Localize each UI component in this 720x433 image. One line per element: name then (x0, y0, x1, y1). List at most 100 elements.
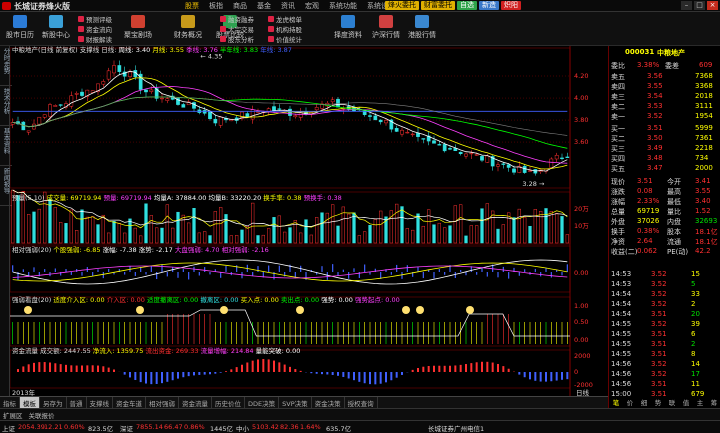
toolbar-button-7[interactable]: 港股行情 (404, 15, 440, 40)
candle-body (48, 104, 52, 117)
volume-bar (165, 204, 169, 244)
small-tool-icon (78, 36, 84, 42)
volume-bar (272, 217, 276, 244)
menu-4[interactable]: 资讯 (276, 0, 300, 11)
volume-bar (427, 209, 431, 244)
quick-action-1[interactable]: 财富委托 (421, 1, 455, 10)
toolbar-small-7[interactable]: 机构持股 (268, 24, 302, 34)
quote-cell: 8 (691, 350, 696, 358)
quote-tab-3[interactable]: 势 (651, 397, 665, 407)
quote-tab-5[interactable]: 值 (679, 397, 693, 407)
candle-body (512, 168, 516, 173)
main-chart-header: 中粮地产(日线 前复权) 支撑线 日线: 周线: 3.40 月线: 3.55 季… (12, 46, 292, 54)
toolbar-button-3[interactable]: 财务概况 (170, 15, 206, 40)
quote-cell: 买四 (611, 155, 625, 163)
quote-cell: 7361 (695, 134, 713, 142)
menu-2[interactable]: 商品 (228, 0, 252, 11)
quote-cell: 卖一 (611, 113, 625, 121)
status-bar: 上证 2054.39 12.21 0.60% 823.5亿 深证 7855.14… (0, 420, 720, 433)
quote-tab-4[interactable]: 联 (665, 397, 679, 407)
toolbar-small-8[interactable]: 价值统计 (268, 34, 302, 44)
toolbar-small-3[interactable]: 融资融券 (220, 14, 254, 24)
quote-cell: 3111 (695, 102, 713, 110)
toolbar-button-0[interactable]: 股市日历 (2, 15, 38, 40)
volume-bar (69, 209, 73, 244)
quote-cell: 3.53 (647, 102, 663, 110)
menu-0[interactable]: 股票 (180, 0, 204, 11)
toolbar-button-2[interactable]: 聚宝剧场 (120, 15, 156, 40)
volume-bar (517, 208, 521, 244)
small-tool-label: 融资融券 (228, 16, 254, 24)
toolbar-small-1[interactable]: 资金流向 (78, 24, 112, 34)
quote-tab-1[interactable]: 价 (623, 397, 637, 407)
quote-cell: 3.51 (651, 330, 667, 338)
candle-body (293, 115, 298, 118)
quote-cell: 5999 (695, 124, 713, 132)
menu-6[interactable]: 系统功能 (324, 0, 362, 11)
candle-body (405, 131, 410, 134)
header-item: 均量A: 37884.00 (154, 193, 209, 202)
candle-body (128, 71, 132, 78)
header-item: 卖出点: 0.00 (281, 295, 321, 304)
quote-tab-6[interactable]: 主 (693, 397, 707, 407)
small-tool-label: 机构持股 (276, 26, 302, 34)
quick-action-3[interactable]: 新造 (479, 1, 499, 10)
candle-body (112, 65, 116, 74)
toolbar-small-4[interactable]: 大宗交易 (220, 24, 254, 34)
volume-bar (501, 224, 505, 244)
candle-body (69, 95, 74, 107)
candle-body (480, 156, 484, 161)
candle-body (368, 115, 372, 117)
toolbar-small-6[interactable]: 龙虎榜单 (268, 14, 302, 24)
quote-tab-2[interactable]: 细 (637, 397, 651, 407)
quote-tab-7[interactable]: 筹 (707, 397, 720, 407)
volume-bar (176, 211, 180, 244)
toolbar-button-6[interactable]: 沪深行情 (368, 15, 404, 40)
candle-body (277, 108, 282, 110)
quote-cell: 5 (691, 280, 696, 288)
chart-area[interactable]: 4.20 4.00 3.80 3.60 ← 4.35 3.28 → 中粮地产(日线 前复权)… (10, 46, 608, 396)
quote-cell: 14:54 (611, 290, 632, 298)
minimize-icon[interactable]: – (681, 1, 692, 10)
quote-cell: PE(动) (667, 248, 689, 256)
quote-cell: 14:56 (611, 380, 632, 388)
ma-halfyear-line (12, 96, 568, 149)
quick-action-0[interactable]: 烽火委托 (385, 1, 419, 10)
stat-row: 换手 0.38% 股本 18.1亿 (611, 227, 719, 236)
quote-cell: 委比 (611, 62, 625, 70)
sell-row: 卖四 3.55 3368 (611, 82, 719, 91)
zx-index: 5103.42 (252, 423, 279, 431)
maximize-icon[interactable]: □ (694, 1, 705, 10)
quote-cell: 14:54 (611, 300, 632, 308)
quick-action-4[interactable]: 炽阳 (501, 1, 521, 10)
menu-1[interactable]: 板指 (204, 0, 228, 11)
header-item: 净流入: 1359.75 (93, 346, 146, 355)
quick-action-2[interactable]: 自选 (457, 1, 477, 10)
trend-tick-label: 0.50 (574, 318, 588, 326)
quote-cell: 收益(二) (611, 248, 638, 256)
stock-name: 中粮地产 (657, 49, 685, 57)
quote-cell: 2.64 (637, 237, 653, 245)
small-tool-icon (220, 36, 226, 42)
cashflow-tick-label: 2000 (574, 352, 591, 360)
extension-tabs: 扩展区 关联报价 (0, 408, 720, 420)
sz-label: 深证 (120, 425, 133, 433)
header-item: 适度介入区: 0.00 (53, 295, 106, 304)
menu-5[interactable]: 宏观 (300, 0, 324, 11)
volume-bar (96, 224, 100, 244)
close-icon[interactable]: × (707, 1, 718, 10)
menu-3[interactable]: 基金 (252, 0, 276, 11)
volume-bar (293, 220, 297, 244)
toolbar-button-1[interactable]: 新股中心 (38, 15, 74, 40)
candle-body (149, 89, 154, 92)
toolbar-small-5[interactable]: 股东分析 (220, 34, 254, 44)
quote-cell: 3.49 (647, 144, 663, 152)
toolbar-small-2[interactable]: 财报解读 (78, 34, 112, 44)
quote-tab-0[interactable]: 笔 (609, 397, 623, 407)
volume-bar (123, 232, 127, 244)
toolbar-button-5[interactable]: 择度资料 (330, 15, 366, 40)
toolbar-small-0[interactable]: 预测评级 (78, 14, 112, 24)
left-sidebar: 分时走势 技术分析 基本资料 新闻报导 (0, 46, 12, 396)
small-tool-label: 股东分析 (228, 36, 254, 44)
kline-chart[interactable]: 4.204.003.803.60← 4.353.28 →中粮地产(日线 前复权)… (10, 46, 608, 396)
